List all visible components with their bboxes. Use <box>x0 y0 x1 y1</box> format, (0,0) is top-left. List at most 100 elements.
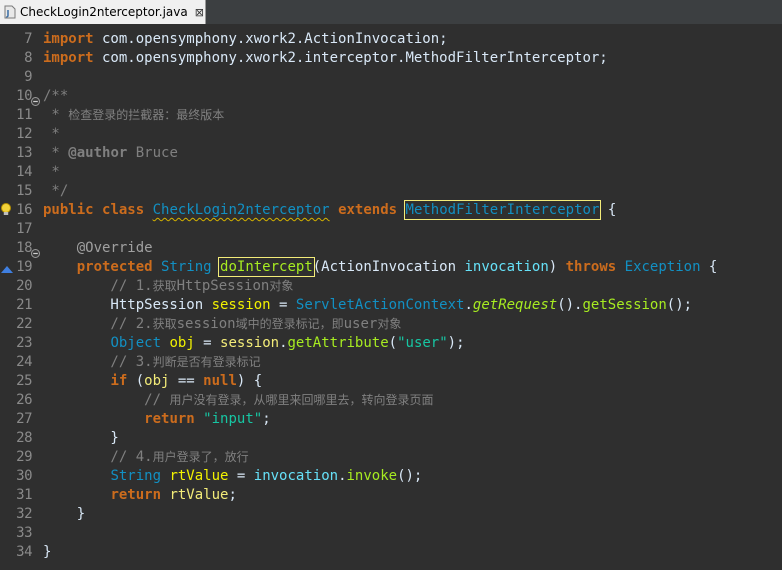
code-token: . <box>279 335 288 351</box>
line-gutter[interactable]: 12 <box>0 125 38 144</box>
code-token: protected <box>76 259 153 275</box>
code-line[interactable]: 7 import com.opensymphony.xwork2.ActionIn… <box>0 30 782 49</box>
line-code: import com.opensymphony.xwork2.ActionInv… <box>43 30 448 49</box>
line-gutter[interactable]: 21 <box>0 296 38 315</box>
line-code: /** <box>43 87 68 106</box>
code-token: { <box>700 259 718 275</box>
line-code: return "input"; <box>43 410 270 429</box>
code-token: /** <box>43 88 69 104</box>
code-token: 检查登录的拦截器：最终版本 <box>68 108 225 122</box>
code-line[interactable]: 8 import com.opensymphony.xwork2.intercep… <box>0 49 782 68</box>
code-line[interactable]: 28 } <box>0 429 782 448</box>
code-line[interactable]: 19 protected String doIntercept(ActionIn… <box>0 257 782 277</box>
code-token: "input" <box>203 411 263 427</box>
line-gutter[interactable]: 28 <box>0 429 38 448</box>
code-token: session <box>176 316 236 332</box>
code-line[interactable]: 10 /** <box>0 87 782 106</box>
line-gutter[interactable]: 11 <box>0 106 38 125</box>
code-editor[interactable]: 67import com.opensymphony.xwork2.ActionI… <box>0 24 782 570</box>
code-line[interactable]: 15 */ <box>0 182 782 201</box>
line-gutter[interactable]: 30 <box>0 467 38 486</box>
code-line[interactable]: 25 if (obj == null) { <box>0 372 782 391</box>
line-gutter[interactable]: 13 <box>0 144 38 163</box>
line-number: 26 <box>16 392 32 408</box>
code-token: * <box>43 145 69 161</box>
code-token: */ <box>43 183 69 199</box>
code-token: { <box>599 202 617 218</box>
fold-toggle-icon[interactable] <box>31 93 40 106</box>
line-number: 33 <box>16 525 32 541</box>
line-gutter[interactable]: 29 <box>0 448 38 467</box>
line-gutter[interactable]: 26 <box>0 391 38 410</box>
editor-tab-checklogin2nterceptor[interactable]: J CheckLogin2nterceptor.java ⊠ <box>0 0 206 24</box>
line-number: 25 <box>16 373 32 389</box>
line-gutter[interactable]: 32 <box>0 505 38 524</box>
line-gutter[interactable]: 7 <box>0 30 38 49</box>
line-gutter[interactable]: 27 <box>0 410 38 429</box>
code-line[interactable]: 18 @Override <box>0 239 782 258</box>
line-gutter[interactable]: 18 <box>0 239 40 258</box>
line-gutter[interactable]: 17 <box>0 220 38 239</box>
code-token: * <box>43 107 69 123</box>
close-tab-icon[interactable]: ⊠ <box>194 6 205 19</box>
line-gutter[interactable]: 22 <box>0 315 38 334</box>
code-line[interactable]: 13 * @author Bruce <box>0 144 782 163</box>
line-gutter[interactable]: 16 <box>0 201 38 220</box>
line-gutter[interactable]: 19 <box>0 258 38 277</box>
fold-toggle-icon[interactable] <box>31 245 40 258</box>
code-line[interactable]: 33 <box>0 524 782 543</box>
line-gutter[interactable]: 20 <box>0 277 38 296</box>
code-token: getAttribute <box>287 335 389 351</box>
code-line[interactable]: 26 // 用户没有登录，从哪里来回哪里去，转向登录页面 <box>0 391 782 410</box>
code-token: // 4. <box>43 449 153 465</box>
code-line[interactable]: 31 return rtValue; <box>0 486 782 505</box>
code-token: MethodFilterInterceptor <box>403 200 602 220</box>
line-number: 28 <box>16 430 32 446</box>
code-line[interactable]: 21 HttpSession session = ServletActionCo… <box>0 296 782 315</box>
code-line[interactable]: 23 Object obj = session.getAttribute("us… <box>0 334 782 353</box>
code-token: String <box>161 259 212 275</box>
code-token: 域中的登录标记，即 <box>235 317 344 331</box>
line-code: * <box>43 163 59 182</box>
line-gutter[interactable]: 33 <box>0 524 38 543</box>
line-number: 21 <box>16 297 32 313</box>
code-token: 获取 <box>152 279 177 293</box>
line-gutter[interactable]: 25 <box>0 372 38 391</box>
line-gutter[interactable]: 9 <box>0 68 38 87</box>
line-gutter[interactable]: 8 <box>0 49 38 68</box>
line-gutter[interactable]: 10 <box>0 87 40 106</box>
code-line[interactable]: 14 * <box>0 163 782 182</box>
line-code: protected String doIntercept(ActionInvoc… <box>43 257 718 277</box>
line-code: } <box>43 505 85 524</box>
line-gutter[interactable]: 15 <box>0 182 38 201</box>
line-gutter[interactable]: 31 <box>0 486 38 505</box>
code-line[interactable]: 34} <box>0 543 782 562</box>
line-code: // 用户没有登录，从哪里来回哪里去，转向登录页面 <box>43 391 433 410</box>
line-number: 11 <box>16 107 32 123</box>
code-line[interactable]: 29 // 4.用户登录了，放行 <box>0 448 782 467</box>
line-gutter[interactable]: 14 <box>0 163 38 182</box>
code-line[interactable]: 22 // 2.获取session域中的登录标记，即user对象 <box>0 315 782 334</box>
code-line[interactable]: 9 <box>0 68 782 87</box>
code-token: String <box>110 468 162 484</box>
code-line[interactable]: 17 <box>0 220 782 239</box>
editor-tab-bar: J CheckLogin2nterceptor.java ⊠ <box>0 0 782 25</box>
line-code: } <box>43 543 51 562</box>
code-line[interactable]: 24 // 3.判断是否有登录标记 <box>0 353 782 372</box>
code-line[interactable]: 20 // 1.获取HttpSession对象 <box>0 277 782 296</box>
code-line[interactable]: 11 * 检查登录的拦截器：最终版本 <box>0 106 782 125</box>
line-number: 23 <box>16 335 32 351</box>
code-line[interactable]: 27 return "input"; <box>0 410 782 429</box>
code-token: == <box>169 373 204 389</box>
code-line[interactable]: 32 } <box>0 505 782 524</box>
code-token: . <box>464 297 473 313</box>
line-gutter[interactable]: 23 <box>0 334 38 353</box>
line-gutter[interactable]: 34 <box>0 543 38 562</box>
line-gutter[interactable]: 24 <box>0 353 38 372</box>
code-line[interactable]: 30 String rtValue = invocation.invoke(); <box>0 467 782 486</box>
code-line[interactable]: 12 * <box>0 125 782 144</box>
code-line[interactable]: 16 public class CheckLogin2nterceptor ext… <box>0 200 782 220</box>
